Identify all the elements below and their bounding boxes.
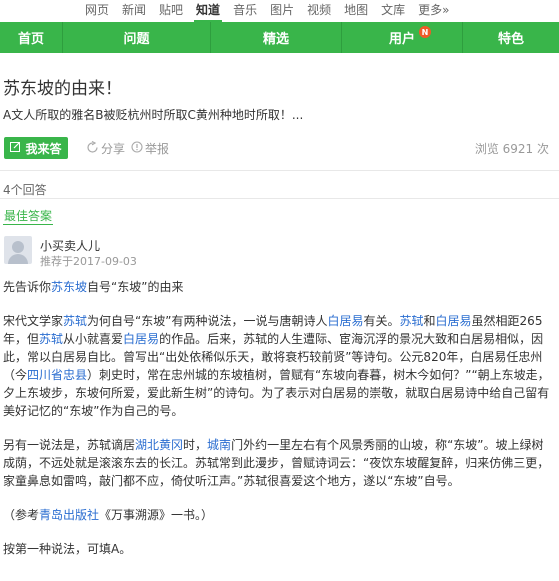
- answer-content: 先告诉你苏东坡自号“东坡”的由来 宋代文学家苏轼为何自号“东坡”有两种说法，一说…: [3, 278, 555, 574]
- answer-paragraph: （参考青岛出版社《万事溯源》一书。）: [3, 508, 214, 522]
- avatar[interactable]: [4, 236, 32, 264]
- channel-users[interactable]: 用户 N: [341, 22, 462, 53]
- channel-featured-label: 精选: [262, 32, 289, 47]
- channel-special[interactable]: 特色: [462, 22, 559, 53]
- keyword-link[interactable]: 四川省忠县: [27, 368, 87, 382]
- channel-bar: 首页 问题 精选 用户 N 特色: [0, 22, 559, 53]
- answer-paragraph: 先告诉你苏东坡自号“东坡”的由来: [3, 280, 184, 294]
- channel-home-label: 首页: [17, 32, 44, 47]
- channel-home[interactable]: 首页: [0, 22, 62, 53]
- keyword-link[interactable]: 青岛出版社: [39, 508, 99, 522]
- nav-tieba[interactable]: 贴吧: [159, 1, 183, 18]
- top-nav: 网页 新闻 贴吧 知道 音乐 图片 视频 地图 文库 更多»: [0, 0, 559, 22]
- keyword-link[interactable]: 湖北黄冈: [135, 438, 183, 452]
- nav-news[interactable]: 新闻: [122, 1, 146, 18]
- nav-web[interactable]: 网页: [85, 1, 109, 18]
- share-label: 分享: [101, 142, 126, 156]
- share-icon: [86, 140, 99, 157]
- report-label: 举报: [145, 142, 170, 156]
- keyword-link[interactable]: 苏轼: [400, 314, 424, 328]
- recommend-date: 推荐于2017-09-03: [40, 255, 137, 268]
- answer-count: 4个回答: [3, 183, 47, 197]
- edit-icon: [10, 141, 21, 155]
- nav-video[interactable]: 视频: [307, 1, 331, 18]
- keyword-link[interactable]: 城南: [207, 438, 231, 452]
- nav-music[interactable]: 音乐: [233, 1, 257, 18]
- keyword-link[interactable]: 白居易: [436, 314, 472, 328]
- keyword-link[interactable]: 苏轼: [39, 332, 63, 346]
- share-link[interactable]: 分享: [86, 140, 125, 157]
- question-title: 苏东坡的由来！: [3, 79, 122, 99]
- nav-images[interactable]: 图片: [270, 1, 294, 18]
- channel-featured[interactable]: 精选: [210, 22, 341, 53]
- channel-questions[interactable]: 问题: [62, 22, 210, 53]
- best-answer-label: 最佳答案: [3, 209, 54, 225]
- nav-wenku[interactable]: 文库: [381, 1, 405, 18]
- keyword-link[interactable]: 白居易: [327, 314, 363, 328]
- view-count: 浏览 6921 次: [474, 142, 549, 156]
- new-badge: N: [419, 26, 431, 38]
- divider: [0, 198, 559, 199]
- nav-zhidao[interactable]: 知道: [194, 1, 223, 22]
- divider: [0, 170, 559, 171]
- keyword-link[interactable]: 苏东坡: [51, 280, 87, 294]
- answer-paragraph: 宋代文学家苏轼为何自号“东坡”有两种说法，一说与唐朝诗人白居易有关。苏轼和白居易…: [3, 314, 550, 418]
- keyword-link[interactable]: 苏轼: [63, 314, 87, 328]
- answer-paragraph: 另有一说法是，苏轼谪居湖北黄冈时，城南门外约一里左右有个风景秀丽的山坡，称“东坡…: [3, 438, 550, 488]
- channel-questions-label: 问题: [123, 32, 150, 47]
- answer-button[interactable]: 我来答: [4, 137, 68, 159]
- answer-button-label: 我来答: [25, 141, 62, 156]
- keyword-link[interactable]: 白居易: [123, 332, 159, 346]
- warning-icon: [131, 141, 143, 156]
- answer-paragraph: 按第一种说法，可填A。: [3, 542, 132, 556]
- avatar-head: [12, 241, 24, 253]
- channel-users-label: 用户: [388, 32, 415, 47]
- question-description: A文人所取的雅名B被贬杭州时所取C黄州种地时所取！...: [3, 108, 304, 122]
- nav-map[interactable]: 地图: [344, 1, 368, 18]
- avatar-body: [8, 254, 28, 264]
- report-link[interactable]: 举报: [131, 140, 169, 157]
- nav-more[interactable]: 更多»: [418, 1, 449, 18]
- channel-special-label: 特色: [497, 32, 524, 47]
- answerer-name[interactable]: 小买卖人儿: [40, 237, 100, 254]
